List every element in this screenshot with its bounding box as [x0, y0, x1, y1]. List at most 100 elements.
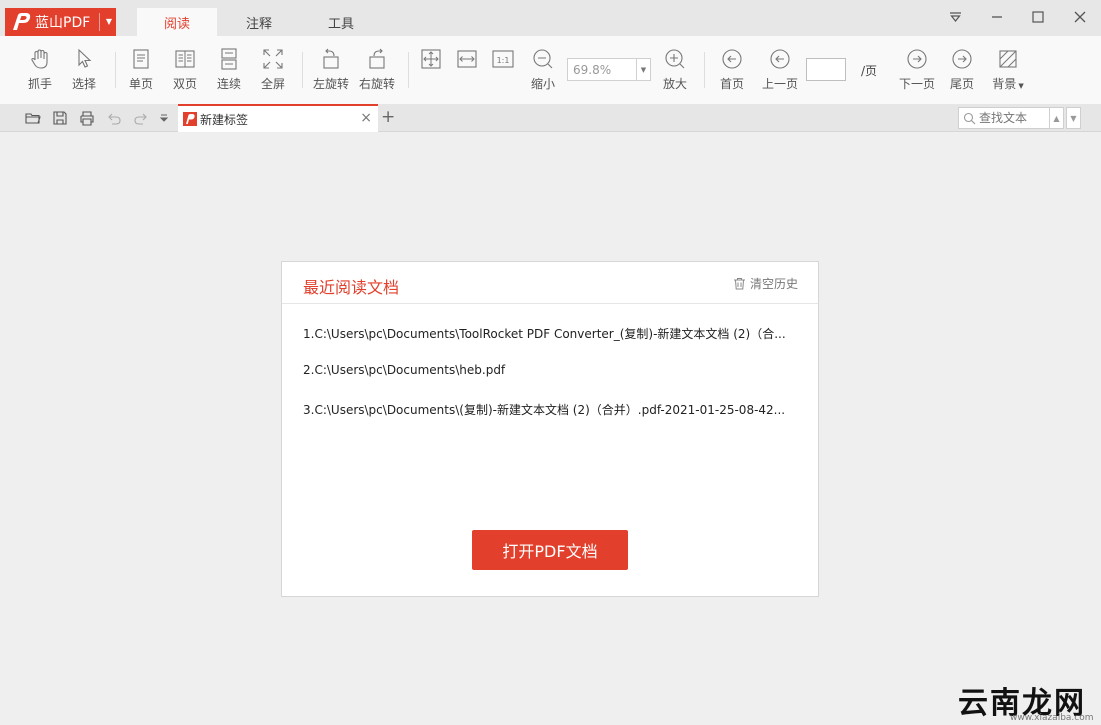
tab-close-icon[interactable]: × [360, 110, 372, 126]
last-page-label: 尾页 [949, 77, 974, 91]
tab-tools[interactable]: 工具 [301, 8, 381, 36]
double-page-icon [175, 50, 195, 68]
zoom-in-icon [665, 49, 685, 69]
fit-width-icon [457, 50, 477, 68]
zoom-out-icon [533, 49, 553, 69]
page-number-input[interactable] [806, 58, 846, 81]
rotate-right-icon [369, 48, 385, 69]
rotate-left-icon [323, 48, 339, 69]
select-tool-button[interactable]: 选择 [62, 48, 106, 92]
quick-access-menu-icon[interactable] [154, 108, 174, 128]
background-text: 背景 [992, 77, 1017, 91]
continuous-button[interactable]: 连续 [207, 48, 251, 92]
search-prev-icon[interactable]: ▲ [1049, 107, 1064, 129]
background-label: 背景 ▼ [986, 75, 1030, 92]
next-page-button[interactable]: 下一页 [895, 48, 939, 92]
prev-page-label: 上一页 [761, 77, 798, 91]
recent-title: 最近阅读文档 [303, 278, 400, 297]
clear-history-label: 清空历史 [749, 277, 798, 291]
page-suffix: /页 [861, 64, 878, 78]
zoom-out-button[interactable]: 缩小 [521, 48, 565, 92]
first-page-label: 首页 [719, 77, 744, 91]
fullscreen-button[interactable]: 全屏 [251, 48, 295, 92]
search-box[interactable] [958, 107, 1050, 129]
rotate-left-button[interactable]: 左旋转 [309, 48, 353, 92]
recent-documents-card: 最近阅读文档 清空历史 1.C:\Users\pc\Documents\Tool… [281, 261, 819, 597]
toolbar: 抓手 选择 单页 双页 连续 全屏 左旋转 右旋转 1:1 缩小 69.8% ▼… [0, 36, 1101, 104]
zoom-in-label: 放大 [662, 77, 687, 91]
double-page-label: 双页 [172, 77, 197, 91]
toolbar-divider [302, 52, 303, 88]
select-tool-label: 选择 [71, 77, 96, 91]
double-page-button[interactable]: 双页 [163, 48, 207, 92]
continuous-label: 连续 [216, 77, 241, 91]
fit-page-icon [421, 49, 441, 69]
actual-size-button[interactable]: 1:1 [481, 48, 525, 70]
zoom-in-button[interactable]: 放大 [653, 48, 697, 92]
open-folder-icon[interactable] [23, 108, 43, 128]
single-page-label: 单页 [128, 77, 153, 91]
document-tab[interactable]: 新建标签 × [178, 104, 378, 132]
continuous-icon [221, 48, 237, 70]
search-next-icon[interactable]: ▼ [1066, 107, 1081, 129]
single-page-button[interactable]: 单页 [119, 48, 163, 92]
last-page-icon [952, 49, 972, 69]
prev-page-icon [770, 49, 790, 69]
search-input[interactable] [976, 111, 1046, 125]
hand-icon [31, 49, 48, 69]
zoom-combobox[interactable]: ▼ [567, 58, 651, 81]
logo-divider [99, 13, 100, 31]
card-divider [282, 303, 818, 304]
background-button[interactable]: 背景 ▼ [986, 48, 1030, 92]
rotate-right-button[interactable]: 右旋转 [355, 48, 399, 92]
hand-tool-button[interactable]: 抓手 [18, 48, 62, 92]
first-page-button[interactable]: 首页 [710, 48, 754, 92]
svg-text:1:1: 1:1 [497, 56, 510, 65]
search-icon [963, 112, 976, 124]
app-menu-arrow-icon[interactable]: ▼ [106, 17, 112, 26]
tab-annotate[interactable]: 注释 [219, 8, 299, 36]
background-arrow-icon: ▼ [1018, 82, 1024, 90]
cursor-arrow-icon [78, 48, 92, 68]
open-pdf-button[interactable]: 打开PDF文档 [472, 530, 628, 570]
close-icon[interactable] [1067, 6, 1093, 28]
title-bar: 蓝山PDF ▼ 阅读 注释 工具 [0, 0, 1101, 36]
hand-tool-label: 抓手 [27, 77, 52, 91]
next-page-icon [907, 49, 927, 69]
undo-icon[interactable] [104, 108, 124, 128]
new-tab-button[interactable]: + [381, 107, 395, 127]
recent-file-item[interactable]: 2.C:\Users\pc\Documents\heb.pdf [303, 363, 505, 377]
rotate-right-label: 右旋转 [358, 77, 395, 91]
app-logo-icon [13, 13, 31, 30]
pdf-file-icon [183, 112, 197, 126]
actual-size-icon: 1:1 [492, 50, 514, 68]
trash-icon [733, 278, 745, 290]
recent-file-item[interactable]: 3.C:\Users\pc\Documents\(复制)-新建文本文档 (2)（… [303, 401, 785, 418]
minimize-icon[interactable] [984, 6, 1010, 28]
clear-history-button[interactable]: 清空历史 [733, 275, 798, 292]
save-icon[interactable] [50, 108, 70, 128]
watermark-url: www.xiazaiba.com [1010, 713, 1094, 723]
prev-page-button[interactable]: 上一页 [758, 48, 802, 92]
next-page-label: 下一页 [898, 77, 935, 91]
app-menu-button[interactable]: 蓝山PDF ▼ [5, 8, 116, 36]
fullscreen-label: 全屏 [260, 77, 285, 91]
app-name: 蓝山PDF [35, 15, 91, 31]
print-icon[interactable] [77, 108, 97, 128]
background-icon [999, 50, 1017, 68]
zoom-input[interactable] [568, 59, 636, 80]
last-page-button[interactable]: 尾页 [940, 48, 984, 92]
fullscreen-icon [263, 49, 283, 69]
chevron-down-icon[interactable]: ▼ [636, 59, 650, 80]
rotate-left-label: 左旋转 [312, 77, 349, 91]
redo-icon[interactable] [131, 108, 151, 128]
first-page-icon [722, 49, 742, 69]
options-dropdown-icon[interactable] [942, 6, 968, 28]
single-page-icon [133, 49, 149, 69]
zoom-out-label: 缩小 [530, 77, 555, 91]
tab-read[interactable]: 阅读 [137, 8, 217, 36]
recent-file-item[interactable]: 1.C:\Users\pc\Documents\ToolRocket PDF C… [303, 325, 786, 342]
document-tab-label: 新建标签 [200, 112, 249, 127]
tab-bar: 新建标签 × + ▲ ▼ [0, 104, 1101, 132]
maximize-icon[interactable] [1025, 6, 1051, 28]
